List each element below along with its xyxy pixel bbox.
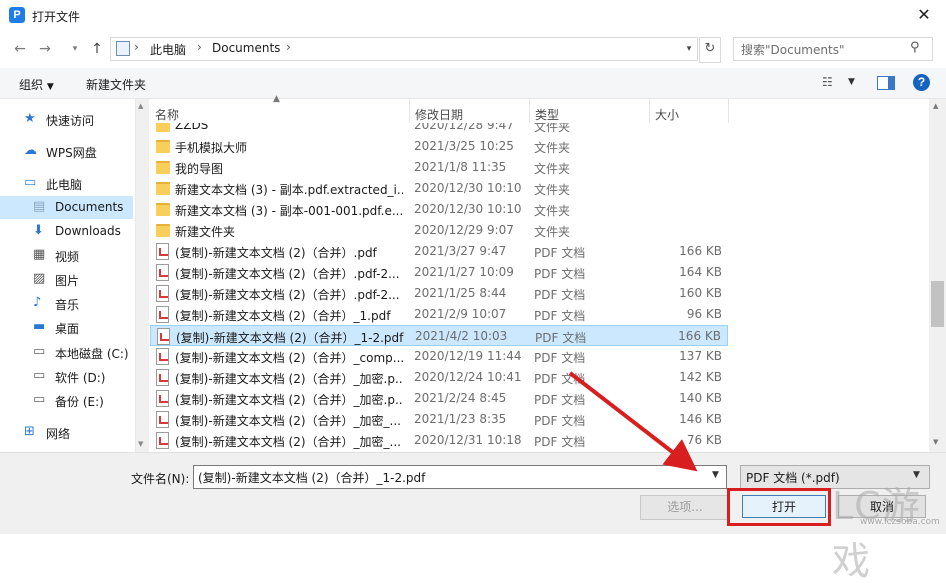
annotation-arrow-icon: [568, 371, 698, 472]
